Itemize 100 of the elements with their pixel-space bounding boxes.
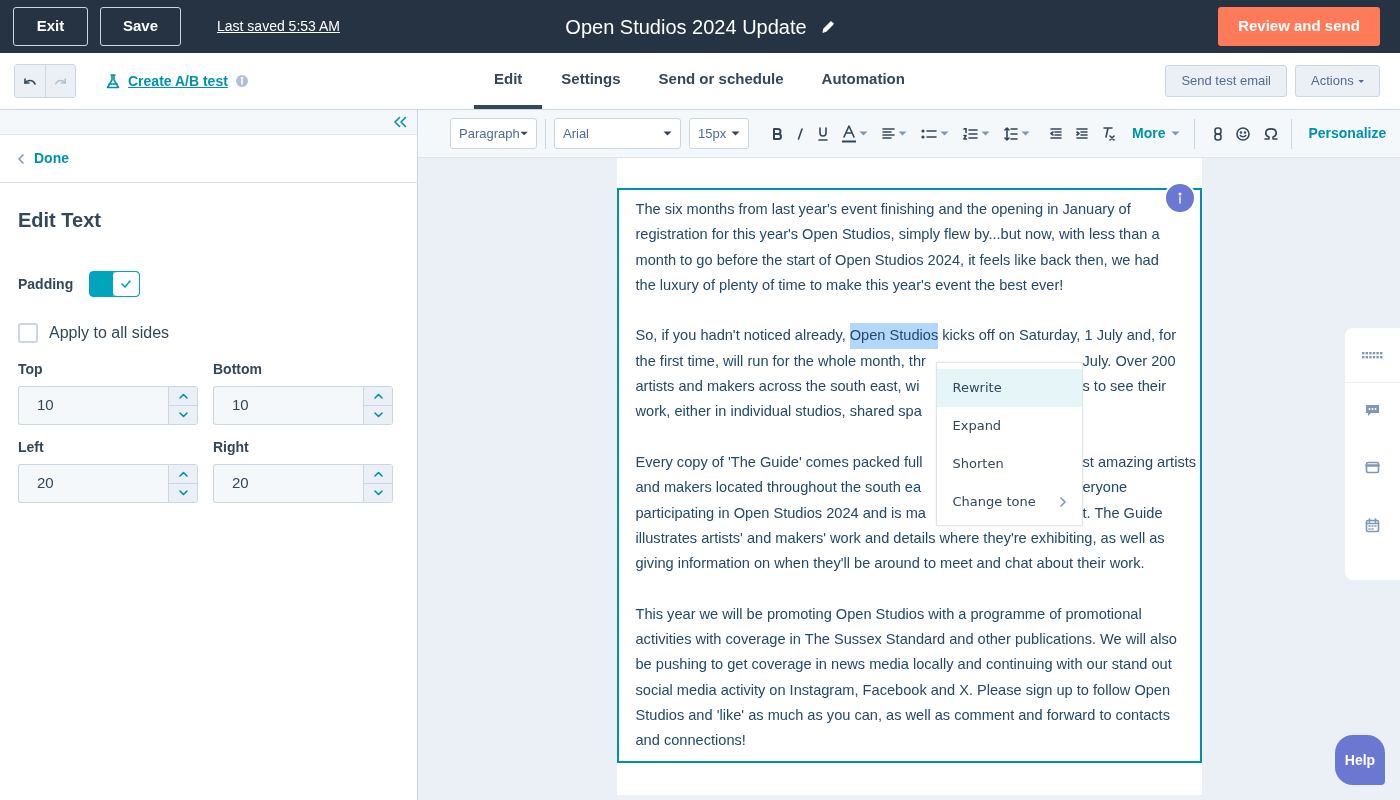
align-icon	[882, 128, 895, 139]
indent-icon	[1076, 128, 1088, 139]
field-label: Top	[18, 360, 44, 379]
block-format-select[interactable]: Paragraph	[450, 118, 537, 149]
decrement-button[interactable]	[169, 405, 197, 424]
send-test-email-button[interactable]: Send test email	[1165, 65, 1287, 97]
number-field[interactable]: 10	[18, 386, 168, 425]
chat-icon	[1365, 404, 1380, 419]
pencil-icon[interactable]	[820, 19, 835, 34]
caret-icon	[519, 131, 528, 136]
check-icon	[121, 280, 132, 288]
caret-icon	[1171, 131, 1181, 136]
chevron-down-icon	[373, 490, 383, 496]
increment-button[interactable]	[364, 465, 392, 483]
text-line: artists and makers across the south east, wi	[635, 377, 921, 397]
text-line: social media activity on Instagram, Facebook and X. Please sign up to follow Open	[635, 680, 1171, 700]
actions-dropdown[interactable]: Actions	[1295, 65, 1380, 97]
text-line: work, either in individual studios, shared spa	[635, 402, 922, 422]
field-label: Left	[18, 438, 45, 457]
numbered-list-icon	[963, 127, 978, 140]
text-line: Every copy of 'The Guide' comes packed full	[635, 452, 924, 472]
line-height-icon	[1004, 126, 1018, 141]
flask-icon	[106, 73, 120, 89]
text-line: So, if you hadn't noticed already,	[635, 326, 847, 346]
menu-item[interactable]: Rewrite	[936, 369, 1082, 407]
menu-item[interactable]: Expand	[936, 407, 1082, 445]
menu-item[interactable]: Shorten	[936, 445, 1082, 483]
increment-button[interactable]	[169, 387, 197, 405]
exit-button[interactable]: Exit	[13, 7, 88, 46]
caret-icon	[731, 131, 740, 136]
checkbox-label: Apply to all sides	[49, 323, 170, 343]
decrement-button[interactable]	[169, 483, 197, 502]
chevron-up-icon	[373, 471, 383, 477]
selected-text: Open Studios	[849, 323, 939, 349]
caret-icon	[940, 131, 949, 136]
text-line: s to see their	[1082, 377, 1168, 397]
text-line: The six months from last year's event finishing and the opening in January of	[635, 200, 1131, 219]
number-field[interactable]: 20	[213, 464, 363, 503]
font-size-select[interactable]: 15px	[689, 118, 749, 149]
last-saved-link[interactable]: Last saved 5:53 AM	[217, 16, 340, 37]
text-line: activities with coverage in The Sussex Standard and other publications. We will also	[635, 630, 1177, 650]
text-line: and connections!	[635, 731, 746, 751]
tab[interactable]: Send or schedule	[639, 53, 803, 109]
text-line: giving information on when they'll be around to meet and chat about their work.	[635, 554, 1145, 574]
chevron-up-icon	[178, 471, 188, 477]
caret-icon	[898, 131, 907, 136]
ab-test-link[interactable]: Create A/B test	[128, 70, 228, 92]
text-line: illustrates artists' and makers' work and details where they're exhibiting, as well as	[635, 528, 1165, 548]
checkbox[interactable]	[18, 323, 38, 343]
save-button[interactable]: Save	[100, 7, 181, 46]
chevron-left-icon[interactable]	[18, 153, 24, 164]
undo-button[interactable]	[15, 65, 45, 97]
clear-formatting-icon	[1102, 126, 1115, 141]
number-field[interactable]: 10	[213, 386, 363, 425]
text-line: kicks off on Saturday, 1 July and, for	[941, 326, 1177, 346]
chevron-down-icon	[178, 490, 188, 496]
tab[interactable]: Settings	[542, 53, 640, 109]
chevron-down-icon	[373, 412, 383, 418]
increment-button[interactable]	[169, 465, 197, 483]
text-line: and makers located throughout the south ea	[635, 478, 923, 498]
text-line: participating in Open Studios 2024 and is ma	[635, 503, 927, 523]
padding-label: Padding	[18, 274, 74, 294]
redo-icon	[52, 75, 69, 87]
underline-icon	[818, 126, 828, 141]
bulleted-list-icon	[921, 127, 937, 140]
chevron-down-icon	[178, 412, 188, 418]
bold-icon	[772, 127, 782, 140]
tab[interactable]: Automation	[802, 53, 924, 109]
done-button[interactable]: Done	[34, 148, 69, 169]
text-line: July. Over 200	[1082, 351, 1177, 371]
collapse-icon[interactable]	[393, 116, 407, 128]
menu-item[interactable]: Change tone	[936, 483, 1082, 521]
help-button[interactable]: Help	[1335, 735, 1385, 785]
chevron-up-icon	[178, 393, 188, 399]
caret-icon	[981, 131, 990, 136]
font-select[interactable]: Arial	[554, 118, 681, 149]
caret-icon	[1021, 131, 1030, 136]
calendar-icon	[1365, 518, 1380, 533]
text-line: st amazing artists	[1082, 452, 1198, 472]
decrement-button[interactable]	[364, 405, 392, 424]
omega-icon	[1264, 127, 1279, 140]
text-line: registration for this year's Open Studios, simply flew by...but now, with less than a	[635, 225, 1160, 245]
increment-button[interactable]	[364, 387, 392, 405]
dots-grid-icon	[1362, 351, 1383, 359]
undo-icon	[21, 75, 39, 87]
info-icon	[1176, 192, 1183, 204]
text-line: month to go before the start of Open Studios 2024, it feels like back then, we had	[635, 250, 1159, 270]
text-line: This year we will be promoting Open Studios with a programme of promotional	[635, 604, 1142, 624]
caret-icon	[1357, 78, 1364, 84]
panel-heading: Edit Text	[18, 208, 102, 233]
smiley-icon	[1236, 126, 1251, 141]
italic-icon	[796, 127, 804, 140]
caret-icon	[859, 131, 868, 136]
padding-toggle[interactable]	[89, 271, 141, 297]
field-label: Bottom	[213, 360, 263, 379]
field-label: Right	[213, 438, 250, 457]
email-title: Open Studios 2024 Update	[565, 14, 807, 40]
number-field[interactable]: 20	[18, 464, 168, 503]
decrement-button[interactable]	[364, 483, 392, 502]
text-line: t. The Guide	[1082, 503, 1164, 523]
